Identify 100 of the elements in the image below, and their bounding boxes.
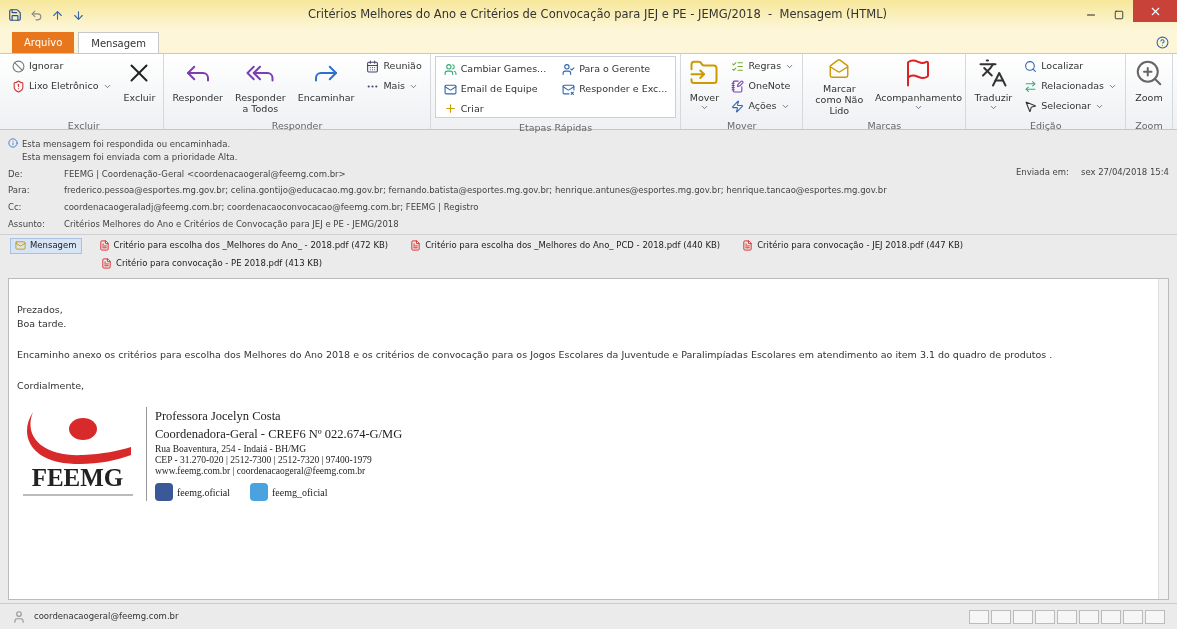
search-icon (1024, 60, 1038, 73)
people-icon (443, 62, 457, 76)
plus-icon (443, 102, 457, 116)
pdf-file-icon (98, 240, 110, 251)
ribbon-button[interactable]: Excluir (119, 54, 160, 116)
field-value: sex 27/04/2018 15:4 (1080, 166, 1169, 179)
pointer-icon (1024, 100, 1038, 113)
caret-icon (409, 82, 418, 91)
social-link[interactable]: feemg.oficial (155, 483, 231, 501)
ribbon-button[interactable]: OneNote (727, 78, 799, 95)
ribbon-button[interactable]: Responder e Exc... (558, 81, 672, 98)
caret-icon (1095, 102, 1104, 111)
caret-icon (102, 82, 112, 91)
pdf-file-icon (742, 240, 754, 251)
ribbon-button[interactable]: Regras (727, 58, 799, 75)
zoom-icon (1134, 58, 1164, 88)
ribbon-button[interactable]: Responder a Todos (231, 54, 290, 116)
envelope-icon (15, 240, 26, 251)
attachment-item[interactable]: Critério para convocação - JEJ 2018.pdf (447 KB) (737, 237, 969, 254)
field-label: Para: (8, 184, 31, 197)
ignore-icon (12, 60, 25, 73)
signature-role: Coordenadora-Geral - CREF6 Nº 022.674-G/MG (155, 426, 403, 444)
caret-icon (699, 103, 709, 112)
user-icon (562, 63, 576, 76)
twitter-logo-icon (250, 483, 269, 501)
down-arrow-icon[interactable] (72, 8, 85, 22)
signature-line: CEP - 31.270-020 | 2512-7300 | 2512-7320 | 97400-1979 (155, 455, 373, 466)
arrows-icon (1024, 80, 1038, 93)
ribbon-button[interactable]: Lixo Eletrônico (8, 78, 116, 95)
group-label: Etapas Rápidas (518, 121, 594, 135)
caret-icon (780, 102, 790, 111)
ribbon-tab[interactable]: Mensagem (78, 32, 159, 53)
window-title: Critérios Melhores do Ano e Critérios de Convocação para JEJ e PE - JEMG/2018 - Mensagem (HTML) (308, 6, 889, 24)
ribbon-button[interactable]: Relacionadas (1020, 78, 1121, 95)
caret-icon (913, 103, 923, 112)
ribbon-button[interactable]: Ações (727, 98, 799, 115)
group-label: Excluir (66, 119, 101, 133)
scrollbar[interactable] (1158, 278, 1168, 599)
ribbon-button[interactable]: Acompanhamento (875, 54, 962, 116)
logo-text: FEEMG (31, 464, 124, 491)
body-text: Encaminho anexo os critérios para escolha dos Melhores do Ano 2018 e os critérios de convocação para os Jogos Escolares da Juventude e Paralimpíadas Escolares em atendimento ao item 3.1 do quadro de produtos . (17, 348, 1054, 362)
caret-icon (1108, 82, 1117, 91)
field-value: Critérios Melhores do Ano e Critérios de Convocação para JEJ e PE - JEMG/2018 (64, 217, 399, 231)
social-link[interactable]: feemg_oficial (250, 483, 328, 501)
group-label: Mover (726, 119, 758, 133)
ribbon-button[interactable]: Mais (362, 78, 426, 95)
mail-x-icon (562, 83, 576, 96)
notebook-icon (731, 80, 745, 93)
body-text: Prezados, (17, 302, 64, 317)
signature-name: Professora Jocelyn Costa (155, 407, 282, 425)
field-label: Enviada em: (1015, 166, 1069, 179)
caret-icon (785, 62, 795, 71)
ribbon-button[interactable]: Zoom (1130, 54, 1168, 116)
group-label: Edição (1028, 119, 1063, 133)
caret-icon (988, 103, 998, 112)
info-icon (8, 138, 18, 148)
ribbon-button[interactable]: Responder (168, 54, 228, 116)
ribbon-button[interactable]: Mover (685, 54, 724, 116)
lightning-icon (731, 100, 745, 113)
ribbon-button[interactable]: Email de Equipe (439, 80, 551, 98)
ribbon-button[interactable]: Selecionar (1020, 98, 1121, 115)
pdf-file-icon (101, 258, 112, 269)
facebook-logo-icon (155, 483, 173, 501)
attachment-item[interactable]: Critério para convocação - PE 2018.pdf (413 KB) (96, 255, 328, 272)
ribbon-button[interactable]: Traduzir (970, 54, 1017, 116)
field-value: frederico.pessoa@esportes.mg.gov.br; celina.gontijo@educacao.mg.gov.br; fernando.batista@esportes.mg.gov.br; henrique.antunes@esportes.mg.gov.br; henrique.tancao@esportes.mg.gov.br (64, 184, 887, 197)
signature-line: www.feemg.com.br | coordenacaogeral@feemg.com.br (155, 466, 367, 477)
up-arrow-icon[interactable] (51, 8, 64, 22)
signature-line: Rua Boaventura, 254 - Indaiá - BH/MG (155, 444, 308, 455)
ribbon-button[interactable]: Localizar (1020, 58, 1121, 75)
help-icon[interactable] (1156, 36, 1169, 49)
field-label: Cc: (8, 201, 23, 214)
notice-text: Esta mensagem foi enviada com a prioridade Alta. (22, 150, 238, 164)
field-label: De: (8, 167, 24, 181)
save-icon[interactable] (8, 8, 22, 22)
ribbon-button[interactable]: Reunião (362, 58, 426, 75)
ribbon-button[interactable]: Cambiar Games... (439, 61, 551, 78)
ribbon-button[interactable]: Marcar como Não Lido (807, 54, 872, 116)
field-value: coordenacaogeraladj@feemg.com.br; coordenacaoconvocacao@feemg.com.br; FEEMG | Registro (64, 201, 479, 214)
ribbon-button[interactable]: Criar (439, 100, 551, 117)
ribbon-button[interactable]: Para o Gerente (558, 61, 672, 78)
group-label: Marcas (866, 119, 903, 133)
body-text: Boa tarde. (17, 316, 68, 331)
group-label: Responder (270, 119, 324, 133)
mail-icon (443, 82, 457, 96)
attachment-item[interactable]: Critério para escolha dos _Melhores do Ano_ - 2018.pdf (472 KB) (93, 237, 394, 254)
ribbon-button[interactable]: Encaminhar (293, 54, 359, 116)
ribbon-button[interactable]: Ignorar (8, 58, 116, 75)
calendar-icon (366, 60, 380, 73)
field-label: Assunto: (8, 217, 46, 231)
pdf-file-icon (410, 240, 422, 251)
group-label: Zoom (1134, 119, 1164, 133)
contact-icon (12, 609, 26, 624)
attachment-item[interactable]: Critério para escolha dos _Melhores do Ano_ PCD - 2018.pdf (440 KB) (405, 237, 726, 254)
notice-text: Esta mensagem foi respondida ou encaminhada. (22, 138, 232, 151)
translate-icon (978, 58, 1009, 88)
list-icon (731, 60, 745, 73)
undo-icon[interactable] (30, 8, 43, 22)
junk-icon (12, 80, 25, 93)
message-tab[interactable]: Mensagem (10, 237, 82, 254)
